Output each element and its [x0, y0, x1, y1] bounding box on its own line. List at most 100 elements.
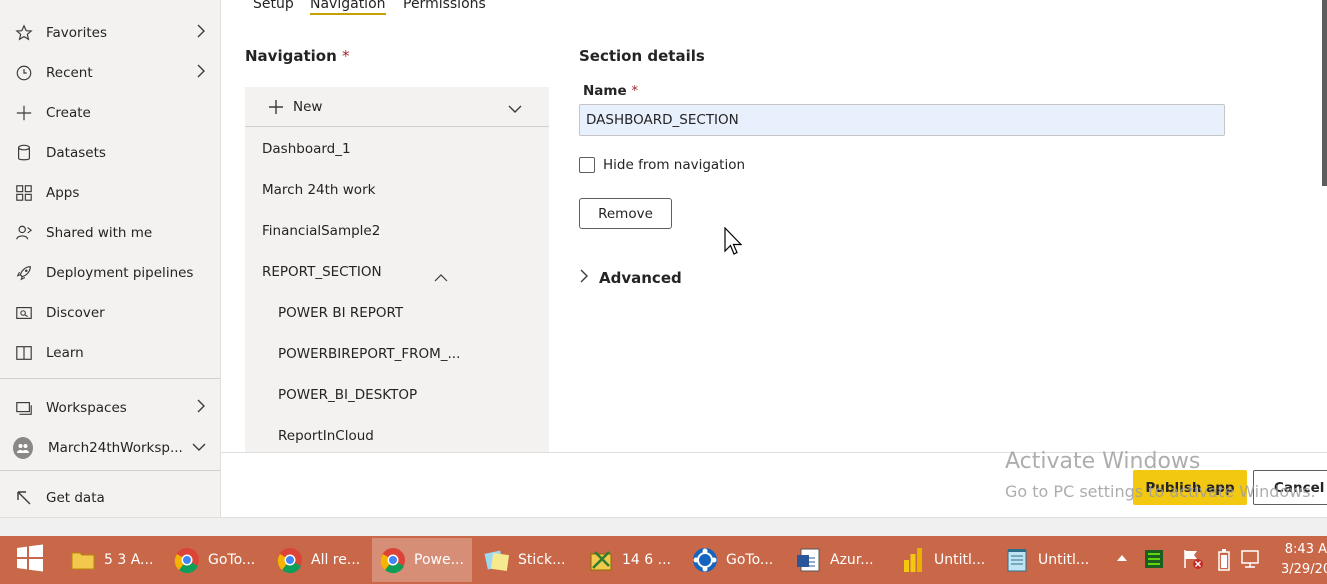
nav-label: Deployment pipelines: [46, 265, 194, 281]
nav-item-apps[interactable]: Apps: [0, 173, 220, 213]
taskbar-item-chrome-2[interactable]: All re...: [269, 538, 369, 582]
nav-item-discover[interactable]: Discover: [0, 293, 220, 333]
system-clock[interactable]: 8:43 A 3/29/20: [1281, 540, 1327, 580]
remove-button[interactable]: Remove: [579, 198, 672, 229]
chevron-right-icon: [196, 24, 206, 42]
nav-item-favorites[interactable]: Favorites: [0, 13, 220, 53]
scrollbar[interactable]: [1322, 0, 1327, 186]
plus-icon: [14, 103, 34, 123]
hide-from-navigation-checkbox[interactable]: [579, 157, 595, 173]
tab-permissions[interactable]: Permissions: [403, 0, 486, 12]
chevron-right-icon: [579, 269, 589, 287]
taskbar-item-chrome-3[interactable]: Powe...: [372, 538, 472, 582]
nav-list-item-financial[interactable]: FinancialSample2: [262, 223, 380, 239]
nav-label: Favorites: [46, 25, 107, 41]
taskbar-item-label: All re...: [311, 552, 361, 568]
nav-list-item-child[interactable]: ReportInCloud: [278, 428, 374, 444]
nav-item-current-workspace[interactable]: March24thWorksp...: [0, 428, 220, 468]
taskbar-item-notepad[interactable]: Untitl...: [996, 538, 1096, 582]
rocket-icon: [14, 263, 34, 283]
taskbar-item-tools[interactable]: 14 6 ...: [580, 538, 680, 582]
nav-label: Workspaces: [46, 400, 127, 416]
sticky-notes-icon: [482, 545, 512, 575]
section-name-input[interactable]: DASHBOARD_SECTION: [579, 104, 1225, 136]
show-hidden-icons-icon[interactable]: [1116, 551, 1128, 567]
nav-list-item-child[interactable]: POWER BI REPORT: [278, 305, 403, 321]
nav-divider: [0, 470, 220, 471]
navigation-list-panel: New Dashboard_1 March 24th work Financia…: [245, 87, 549, 452]
notepad-icon: [1002, 545, 1032, 575]
chevron-right-icon: [196, 399, 206, 417]
taskbar-item-label: Azur...: [830, 552, 874, 568]
tab-setup[interactable]: Setup: [253, 0, 294, 12]
taskbar-item-azure-doc[interactable]: Azur...: [788, 538, 888, 582]
cancel-button[interactable]: Cancel: [1253, 470, 1327, 505]
chevron-down-icon[interactable]: [508, 102, 522, 118]
taskbar-item-label: Stick...: [518, 552, 566, 568]
nav-label: Get data: [46, 490, 105, 506]
name-field-label: Name *: [583, 83, 638, 99]
workspace-avatar-container: [13, 437, 33, 459]
plus-icon[interactable]: [268, 99, 284, 119]
taskbar-item-label: Powe...: [414, 552, 464, 568]
taskbar-item-powerbi[interactable]: Untitl...: [892, 538, 992, 582]
taskbar-item-folder[interactable]: 5 3 A...: [62, 538, 162, 582]
nav-list-item-march-work[interactable]: March 24th work: [262, 182, 375, 198]
nav-label: Apps: [46, 185, 80, 201]
nav-item-create[interactable]: Create: [0, 93, 220, 133]
taskbar-item-sticky-notes[interactable]: Stick...: [476, 538, 576, 582]
nav-item-datasets[interactable]: Datasets: [0, 133, 220, 173]
shared-icon: [14, 223, 34, 243]
new-button[interactable]: New: [293, 99, 322, 115]
nav-label: Shared with me: [46, 225, 153, 241]
chrome-icon: [275, 545, 305, 575]
advanced-expander[interactable]: Advanced: [579, 269, 682, 287]
publish-app-button[interactable]: Publish app: [1133, 470, 1247, 505]
nav-item-deployment-pipelines[interactable]: Deployment pipelines: [0, 253, 220, 293]
clock-time: 8:43 A: [1284, 542, 1327, 557]
nav-list-item-child[interactable]: POWER_BI_DESKTOP: [278, 387, 417, 403]
tools-icon: [586, 545, 616, 575]
nav-item-get-data[interactable]: Get data: [0, 478, 220, 518]
network-icon[interactable]: [1240, 548, 1264, 574]
star-icon: [14, 23, 34, 43]
nav-label: Recent: [46, 65, 93, 81]
word-doc-icon: [794, 545, 824, 575]
powerbi-icon: [898, 545, 928, 575]
advanced-label: Advanced: [599, 269, 682, 287]
taskbar-item-chrome-1[interactable]: GoTo...: [166, 538, 266, 582]
nav-item-learn[interactable]: Learn: [0, 333, 220, 373]
tray-app-icon[interactable]: [1144, 548, 1164, 574]
taskbar-item-goto[interactable]: GoTo...: [684, 538, 784, 582]
battery-icon[interactable]: [1218, 549, 1230, 575]
new-item-row: New: [245, 87, 549, 127]
section-details-heading: Section details: [579, 47, 705, 65]
required-mark: *: [631, 83, 639, 99]
start-button[interactable]: [0, 536, 60, 584]
nav-list-item-child[interactable]: POWERBIREPORT_FROM_...: [278, 346, 460, 362]
chevron-down-icon: [192, 440, 206, 456]
window-bottom-strip: [0, 517, 1327, 536]
nav-label: Create: [46, 105, 91, 121]
mouse-cursor-icon: [724, 226, 744, 263]
book-icon: [14, 343, 34, 363]
nav-list-item-dashboard[interactable]: Dashboard_1: [262, 141, 351, 157]
required-mark: *: [342, 47, 350, 65]
chevron-up-icon[interactable]: [434, 268, 448, 287]
taskbar-item-label: GoTo...: [208, 552, 256, 568]
nav-item-shared-with-me[interactable]: Shared with me: [0, 213, 220, 253]
action-center-flag-icon[interactable]: [1182, 548, 1204, 574]
goto-icon: [690, 545, 720, 575]
nav-item-recent[interactable]: Recent: [0, 53, 220, 93]
nav-divider: [0, 378, 220, 379]
taskbar-item-label: Untitl...: [934, 552, 986, 568]
chrome-icon: [172, 545, 202, 575]
windows-logo-icon: [16, 544, 44, 576]
nav-item-workspaces[interactable]: Workspaces: [0, 388, 220, 428]
database-icon: [14, 143, 34, 163]
tab-navigation[interactable]: Navigation: [310, 0, 386, 15]
nav-section-report[interactable]: REPORT_SECTION: [262, 264, 382, 280]
taskbar-item-label: 14 6 ...: [622, 552, 671, 568]
name-label-text: Name: [583, 83, 627, 99]
clock-icon: [14, 63, 34, 83]
